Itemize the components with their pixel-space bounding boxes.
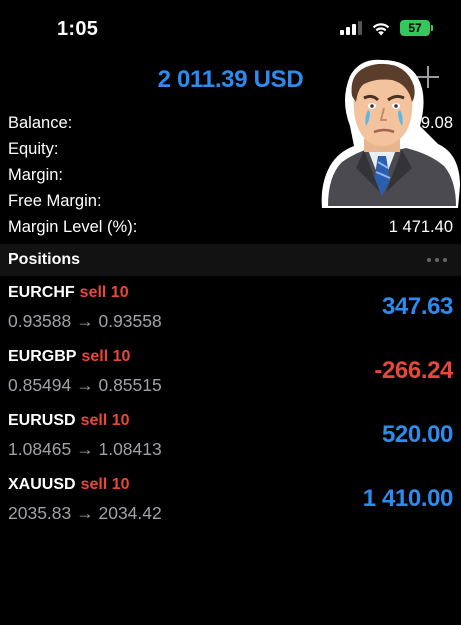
wifi-icon [372, 22, 390, 35]
position-header: EURGBP sell 10 [8, 348, 130, 366]
status-icons: 57 [340, 20, 433, 36]
free-margin-label: Free Margin: [8, 192, 102, 210]
position-profit: 347.63 [381, 293, 453, 320]
position-symbol: EURGBP [8, 348, 77, 365]
position-header: EURCHF sell 10 [8, 284, 129, 302]
cartoon-portrait-sticker [321, 59, 460, 208]
position-header: XAUUSD sell 10 [8, 476, 130, 494]
margin-level-value: 1 471.40 [388, 218, 453, 236]
position-side: sell 10 [80, 476, 130, 493]
position-symbol: XAUUSD [8, 476, 76, 493]
balance-label: Balance: [8, 114, 73, 132]
status-time: 1:05 [57, 18, 99, 40]
battery-level: 57 [400, 20, 430, 36]
position-profit: -266.24 [374, 357, 453, 384]
position-side: sell 10 [80, 412, 130, 429]
position-profit: 1 410.00 [362, 485, 454, 512]
position-side: sell 10 [79, 284, 129, 301]
battery-icon: 57 [400, 20, 433, 36]
margin-level-label: Margin Level (%): [8, 218, 138, 236]
position-prices: 0.85494 → 0.85515 [8, 375, 162, 395]
margin-label: Margin: [8, 166, 64, 184]
position-symbol: EURCHF [8, 284, 75, 301]
position-prices: 2035.83 → 2034.42 [8, 503, 162, 523]
position-profit: 520.00 [381, 421, 453, 448]
more-options-icon[interactable] [427, 258, 447, 262]
position-side: sell 10 [81, 348, 131, 365]
position-prices: 0.93588 → 0.93558 [8, 311, 162, 331]
position-header: EURUSD sell 10 [8, 412, 130, 430]
positions-title: Positions [8, 251, 81, 268]
position-symbol: EURUSD [8, 412, 76, 429]
position-prices: 1.08465 → 1.08413 [8, 439, 162, 459]
cellular-signal-icon [340, 21, 362, 35]
equity-label: Equity: [8, 140, 59, 158]
